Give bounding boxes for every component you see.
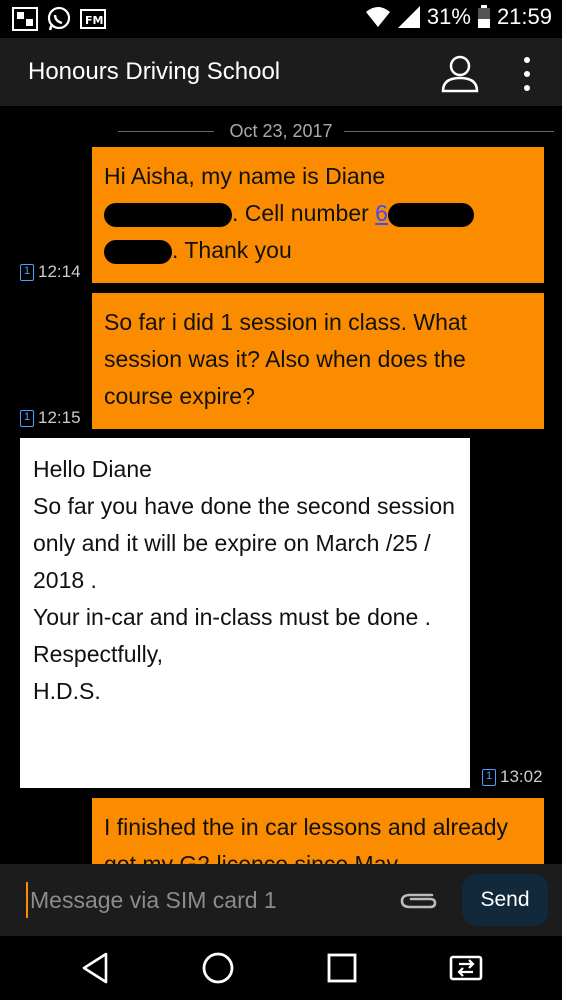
redacted-phone-end <box>104 239 172 264</box>
redacted-surname <box>104 202 232 227</box>
message-timestamp: 1 13:02 <box>482 767 543 787</box>
attachment-icon[interactable] <box>398 886 440 916</box>
message-timestamp: 1 12:15 <box>20 408 81 428</box>
sim-manager-icon <box>12 7 38 31</box>
back-icon[interactable] <box>78 950 114 986</box>
app-header: Honours Driving School <box>0 38 562 106</box>
wifi-icon <box>365 7 390 27</box>
sim-1-icon: 1 <box>20 409 34 427</box>
message-bubble-outgoing[interactable]: So far i did 1 session in class. What se… <box>92 293 544 429</box>
conversation-title: Honours Driving School <box>28 58 281 85</box>
date-divider: Oct 23, 2017 <box>118 118 554 146</box>
home-icon[interactable] <box>200 950 236 986</box>
sim-1-icon: 1 <box>482 768 496 786</box>
phone-link[interactable]: 6 <box>375 200 388 226</box>
contact-icon[interactable] <box>440 54 480 94</box>
message-text: Hi Aisha, my name is Diane . Cell number… <box>104 158 532 269</box>
battery-percent: 31% <box>426 4 471 29</box>
message-bubble-outgoing[interactable]: Hi Aisha, my name is Diane . Cell number… <box>92 147 544 283</box>
screen-switch-icon[interactable] <box>448 950 484 986</box>
send-button[interactable]: Send <box>462 874 548 926</box>
message-bubble-incoming[interactable]: Hello Diane So far you have done the sec… <box>20 438 470 788</box>
message-text: I finished the in car lessons and alread… <box>104 814 509 864</box>
svg-text:FM: FM <box>85 14 103 27</box>
battery-icon <box>477 5 490 28</box>
recents-icon[interactable] <box>324 950 360 986</box>
message-input[interactable] <box>26 882 386 918</box>
message-text: Hello Diane So far you have done the sec… <box>33 456 455 704</box>
clock: 21:59 <box>496 4 552 29</box>
message-timestamp: 1 12:14 <box>20 262 81 282</box>
signal-icon <box>397 6 420 28</box>
overflow-menu-icon[interactable] <box>514 54 540 94</box>
message-text: So far i did 1 session in class. What se… <box>104 309 468 409</box>
navigation-bar <box>0 936 562 1000</box>
status-bar: FM 31% 21:59 <box>0 0 562 38</box>
sim-1-icon: 1 <box>20 263 34 281</box>
redacted-phone <box>387 202 474 227</box>
fm-radio-icon: FM <box>80 9 106 29</box>
whatsapp-icon <box>47 6 71 31</box>
message-bubble-outgoing[interactable]: I finished the in car lessons and alread… <box>92 798 544 864</box>
date-label: Oct 23, 2017 <box>229 121 333 141</box>
